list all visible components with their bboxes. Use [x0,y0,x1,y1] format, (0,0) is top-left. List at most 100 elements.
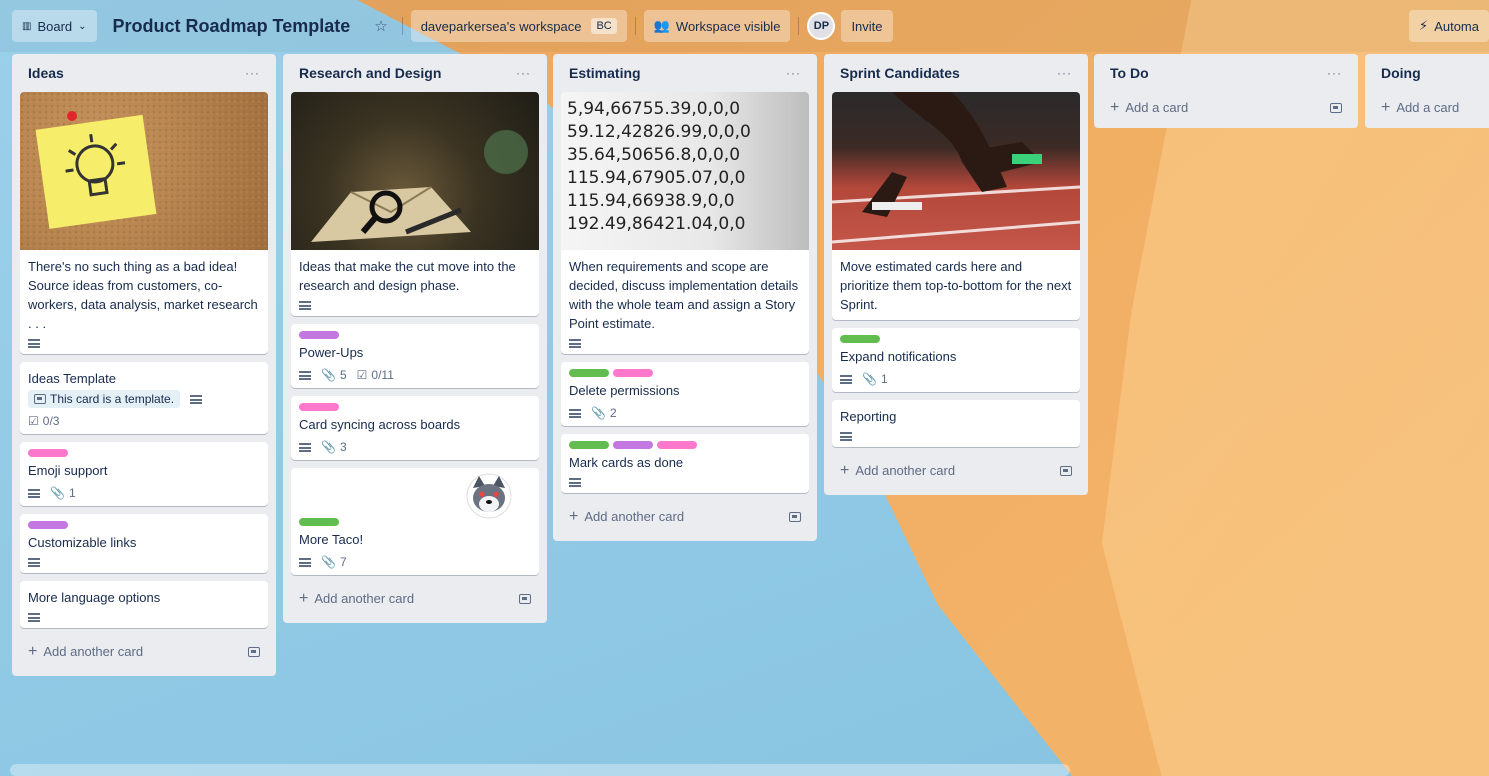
attachment-badge: 📎 2 [591,406,617,420]
card-ideas-template[interactable]: Ideas Template This card is a template. … [20,362,268,434]
card-cover-image [832,92,1080,250]
label-green[interactable] [840,335,880,343]
add-card-button[interactable]: + Add a card [1373,92,1481,124]
card-expand-notifications[interactable]: Expand notifications 📎 1 [832,328,1080,392]
card-customizable-links[interactable]: Customizable links [20,514,268,573]
description-icon [299,442,311,452]
label-green[interactable] [569,369,609,377]
list-title: To Do [1110,65,1149,81]
people-icon: 👥 [653,18,670,33]
workspace-label: daveparkersea's workspace [420,18,582,34]
list-menu-icon[interactable]: ··· [245,66,260,80]
attachment-count: 5 [339,368,347,382]
card-title: Delete permissions [569,383,680,398]
card-estimating-intro[interactable]: 5,94,66755.39,0,0,0 59.12,42826.99,0,0,0… [561,92,809,354]
card-title: Expand notifications [840,349,957,364]
card-title: Reporting [840,409,897,424]
card-title: When requirements and scope are decided,… [569,259,799,331]
create-from-template-icon[interactable] [1060,466,1072,476]
description-icon [190,394,203,404]
description-icon [299,301,311,310]
workspace-button[interactable]: daveparkersea's workspace BC [410,10,627,42]
card-title: More Taco! [299,532,364,547]
invite-button[interactable]: Invite [841,10,893,42]
label-pink[interactable] [613,369,653,377]
plus-icon: + [840,462,850,479]
list-header[interactable]: To Do ··· [1102,54,1350,92]
list-header[interactable]: Sprint Candidates ··· [832,54,1080,92]
paperclip-icon: 📎 [591,406,606,420]
visibility-button[interactable]: 👥 Workspace visible [643,10,791,42]
checklist-icon: ☑ [356,368,368,382]
star-icon[interactable]: ☆ [366,17,395,35]
label-pink[interactable] [28,449,68,457]
list-menu-icon[interactable]: ··· [516,66,531,80]
card-title: Ideas Template [28,371,116,386]
add-card-button[interactable]: + Add another card [20,636,268,668]
cover-line: 192.49,86421.04,0,0 [567,214,746,234]
create-from-template-icon[interactable] [519,594,531,604]
card-mark-done[interactable]: Mark cards as done [561,434,809,493]
create-from-template-icon[interactable] [248,647,260,657]
card-title: There's no such thing as a bad idea! Sou… [28,259,258,331]
description-icon [28,339,40,348]
label-purple[interactable] [299,331,339,339]
automation-button[interactable]: ⚡ Automa [1409,10,1489,42]
sticky-note-lightbulb-icon [20,92,268,250]
checklist-icon: ☑ [28,414,39,428]
list-header[interactable]: Research and Design ··· [291,54,539,92]
add-card-button[interactable]: + Add another card [561,501,809,533]
label-purple[interactable] [613,441,653,449]
card-reporting[interactable]: Reporting [832,400,1080,447]
card-research-intro[interactable]: Ideas that make the cut move into the re… [291,92,539,316]
list-sprint-candidates: Sprint Candidates ··· Move estimated car… [824,54,1088,495]
checklist-count: 0/3 [42,414,60,428]
card-sprint-intro[interactable]: Move estimated cards here and prioritize… [832,92,1080,320]
label-purple[interactable] [28,521,68,529]
card-title: Emoji support [28,463,108,478]
paperclip-icon: 📎 [321,555,336,569]
checklist-badge: ☑ 0/3 [28,414,59,428]
card-more-language[interactable]: More language options [20,581,268,628]
plus-icon: + [1110,99,1120,116]
create-from-template-icon[interactable] [789,512,801,522]
description-icon [28,558,40,567]
list-header[interactable]: Estimating ··· [561,54,809,92]
label-green[interactable] [299,518,339,526]
label-pink[interactable] [657,441,697,449]
card-power-ups[interactable]: Power-Ups 📎 5 ☑ 0/11 [291,324,539,388]
card-card-syncing[interactable]: Card syncing across boards 📎 3 [291,396,539,460]
divider [401,17,403,35]
description-icon [569,339,581,348]
visibility-label: Workspace visible [675,18,781,34]
attachment-badge: 📎 1 [50,486,76,500]
list-ideas: Ideas ··· There's no such thing as a bad… [12,54,276,676]
horizontal-scrollbar[interactable] [10,764,1070,776]
card-delete-permissions[interactable]: Delete permissions 📎 2 [561,362,809,426]
card-ideas-intro[interactable]: There's no such thing as a bad idea! Sou… [20,92,268,354]
add-card-button[interactable]: + Add another card [832,455,1080,487]
template-badge-label: This card is a template. [50,392,175,406]
lightning-icon: ⚡ [1419,18,1429,33]
list-menu-icon[interactable]: ··· [1057,66,1072,80]
list-menu-icon[interactable]: ··· [1327,66,1342,80]
list-header[interactable]: Doing [1373,54,1481,92]
list-estimating: Estimating ··· 5,94,66755.39,0,0,0 59.12… [553,54,817,541]
board-view-switcher[interactable]: ▥ Board ⌄ [12,10,97,42]
list-header[interactable]: Ideas ··· [20,54,268,92]
board-view-label: Board [37,18,73,34]
checklist-badge: ☑ 0/11 [357,368,394,382]
create-from-template-icon[interactable] [1330,103,1342,113]
add-card-button[interactable]: + Add a card [1102,92,1350,124]
avatar[interactable]: DP [807,12,836,40]
list-menu-icon[interactable]: ··· [786,66,801,80]
add-card-button[interactable]: + Add another card [291,583,539,615]
checklist-count: 0/11 [371,368,394,382]
label-green[interactable] [569,441,609,449]
card-emoji-support[interactable]: Emoji support 📎 1 [20,442,268,506]
label-pink[interactable] [299,403,339,411]
card-more-taco[interactable]: More Taco! 📎 7 [291,468,539,575]
board-title[interactable]: Product Roadmap Template [105,16,359,37]
add-card-label: Add another card [855,463,956,478]
description-icon [28,613,40,622]
